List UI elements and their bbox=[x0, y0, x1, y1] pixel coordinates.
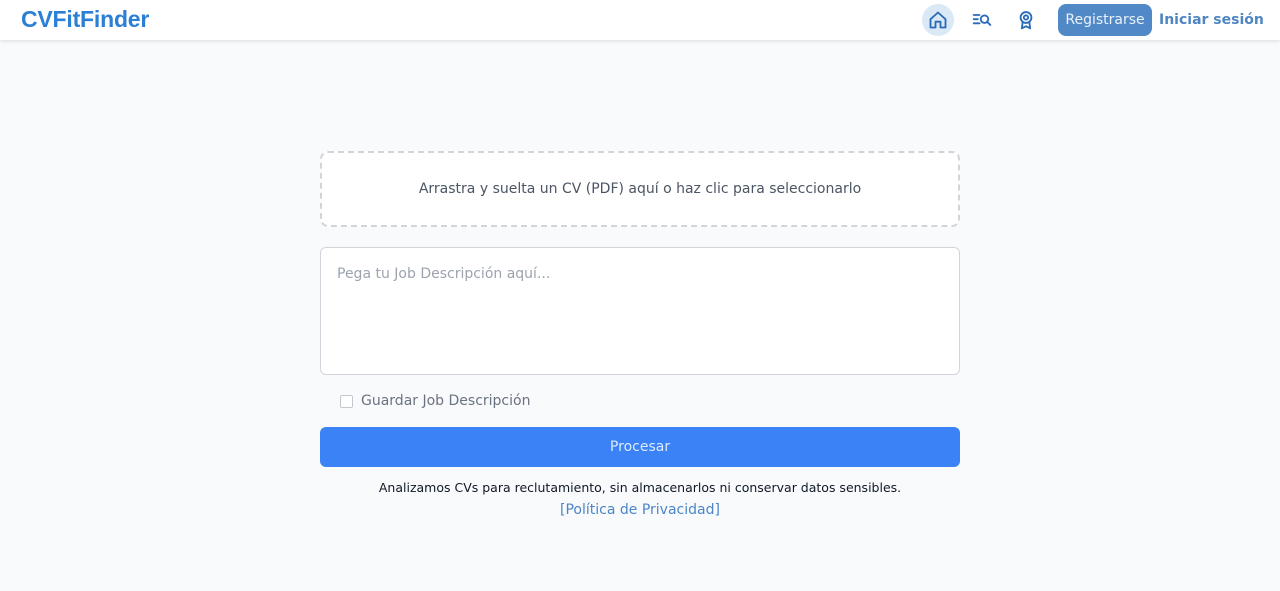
dropzone-text: Arrastra y suelta un CV (PDF) aquí o haz… bbox=[418, 181, 862, 197]
nav-home-button[interactable] bbox=[922, 4, 954, 36]
job-description-input[interactable] bbox=[320, 247, 960, 375]
login-button[interactable]: Iniciar sesión bbox=[1159, 4, 1264, 36]
search-list-icon bbox=[972, 14, 992, 26]
home-icon bbox=[929, 11, 947, 29]
process-button[interactable]: Procesar bbox=[320, 427, 960, 467]
top-navbar: CVFitFinder Registrarse Iniciar sesión bbox=[0, 0, 1280, 40]
app-logo[interactable]: CVFitFinder bbox=[21, 6, 149, 33]
privacy-notice: Analizamos CVs para reclutamiento, sin a… bbox=[378, 480, 902, 495]
nav-awards-button[interactable] bbox=[1010, 4, 1042, 36]
save-job-description-label: Guardar Job Descripción bbox=[361, 393, 531, 409]
save-job-description-option[interactable]: Guardar Job Descripción bbox=[340, 391, 530, 411]
award-icon bbox=[1019, 11, 1033, 30]
nav-search-button[interactable] bbox=[966, 4, 998, 36]
save-job-description-checkbox[interactable] bbox=[340, 394, 353, 408]
register-button[interactable]: Registrarse bbox=[1058, 4, 1152, 36]
privacy-policy-row: [Política de Privacidad] bbox=[320, 502, 960, 518]
privacy-policy-link[interactable]: [Política de Privacidad] bbox=[560, 502, 720, 518]
cv-dropzone[interactable]: Arrastra y suelta un CV (PDF) aquí o haz… bbox=[320, 151, 960, 227]
